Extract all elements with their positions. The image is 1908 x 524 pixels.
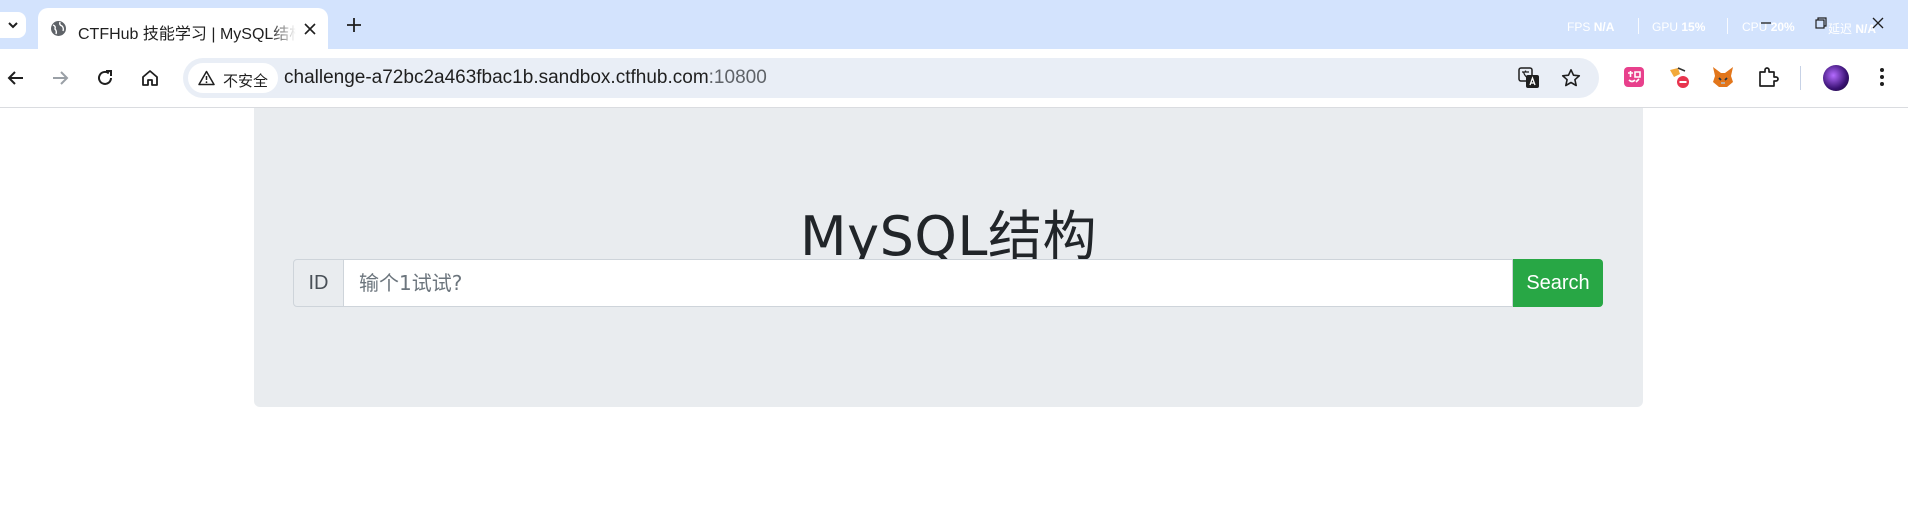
net-label: 延迟 (1828, 22, 1853, 36)
close-icon (1872, 17, 1884, 29)
reload-button[interactable] (90, 63, 120, 93)
translate-icon (1518, 67, 1539, 88)
tab-close-button[interactable] (300, 19, 320, 39)
search-button[interactable]: Search (1513, 259, 1603, 307)
metamask-fox-icon (1713, 67, 1733, 87)
extension-pink-icon (1624, 67, 1644, 87)
tab-search-button[interactable] (0, 12, 26, 38)
extension-blocker-icon (1670, 67, 1689, 88)
id-input[interactable] (343, 259, 1513, 307)
tab-title: CTFHub 技能学习 | MySQL结构 (78, 26, 296, 43)
home-icon (142, 70, 158, 86)
url-port: :10800 (708, 67, 767, 88)
warning-icon (198, 70, 215, 86)
restore-icon (1815, 17, 1827, 29)
security-label: 不安全 (223, 73, 269, 90)
browser-menu-button[interactable] (1868, 63, 1896, 91)
toolbar-divider (1800, 66, 1801, 90)
puzzle-icon (1759, 67, 1779, 87)
url-host: challenge-a72bc2a463fbac1b.sandbox.ctfhu… (284, 67, 709, 88)
window-close-button[interactable] (1870, 15, 1886, 31)
restore-button[interactable] (1813, 15, 1829, 31)
search-form: ID Search (293, 259, 1603, 307)
chevron-down-icon (8, 22, 18, 29)
perf-divider (1638, 18, 1639, 34)
new-tab-button[interactable] (342, 13, 366, 37)
more-vertical-icon (1880, 68, 1884, 86)
bookmark-button[interactable] (1559, 66, 1583, 90)
browser-tab-active[interactable]: CTFHub 技能学习 | MySQL结构 (38, 8, 328, 49)
home-button[interactable] (135, 63, 165, 93)
minimize-button[interactable] (1758, 15, 1774, 31)
browser-tabstrip: CTFHub 技能学习 | MySQL结构 FPS N/A GPU 15% CP… (0, 0, 1908, 49)
fps-value: N/A (1593, 20, 1615, 34)
reload-icon (98, 70, 112, 85)
translate-button[interactable] (1517, 66, 1541, 90)
extensions-menu-button[interactable] (1754, 63, 1782, 91)
star-icon (1561, 69, 1581, 87)
minimize-icon (1761, 22, 1771, 24)
security-chip[interactable]: 不安全 (188, 63, 278, 93)
perf-net: 延迟 N/A (1828, 20, 1876, 37)
perf-fps: FPS N/A (1567, 20, 1614, 34)
browser-toolbar: 不安全 challenge-a72bc2a463fbac1b.sandbox.c… (0, 49, 1908, 108)
globe-icon (51, 21, 66, 36)
extension-button[interactable] (1620, 63, 1648, 91)
jumbotron: MySQL结构 ID Search (254, 108, 1643, 407)
perf-divider (1727, 18, 1728, 34)
id-prefix-label: ID (293, 259, 344, 307)
cpu-value: 20% (1770, 20, 1795, 34)
address-bar[interactable]: 不安全 challenge-a72bc2a463fbac1b.sandbox.c… (183, 58, 1599, 98)
profile-avatar[interactable] (1823, 65, 1849, 91)
perf-gpu: GPU 15% (1652, 20, 1705, 34)
extension-button[interactable] (1709, 63, 1737, 91)
arrow-left-icon (7, 71, 23, 85)
url-text[interactable]: challenge-a72bc2a463fbac1b.sandbox.ctfhu… (284, 67, 767, 89)
plus-icon (347, 18, 361, 32)
back-button[interactable] (1, 63, 31, 93)
gpu-value: 15% (1681, 20, 1706, 34)
extension-button[interactable] (1665, 63, 1693, 91)
fps-label: FPS (1567, 20, 1591, 34)
gpu-label: GPU (1652, 20, 1679, 34)
close-icon (304, 23, 316, 35)
forward-button[interactable] (45, 63, 75, 93)
arrow-right-icon (53, 71, 69, 85)
